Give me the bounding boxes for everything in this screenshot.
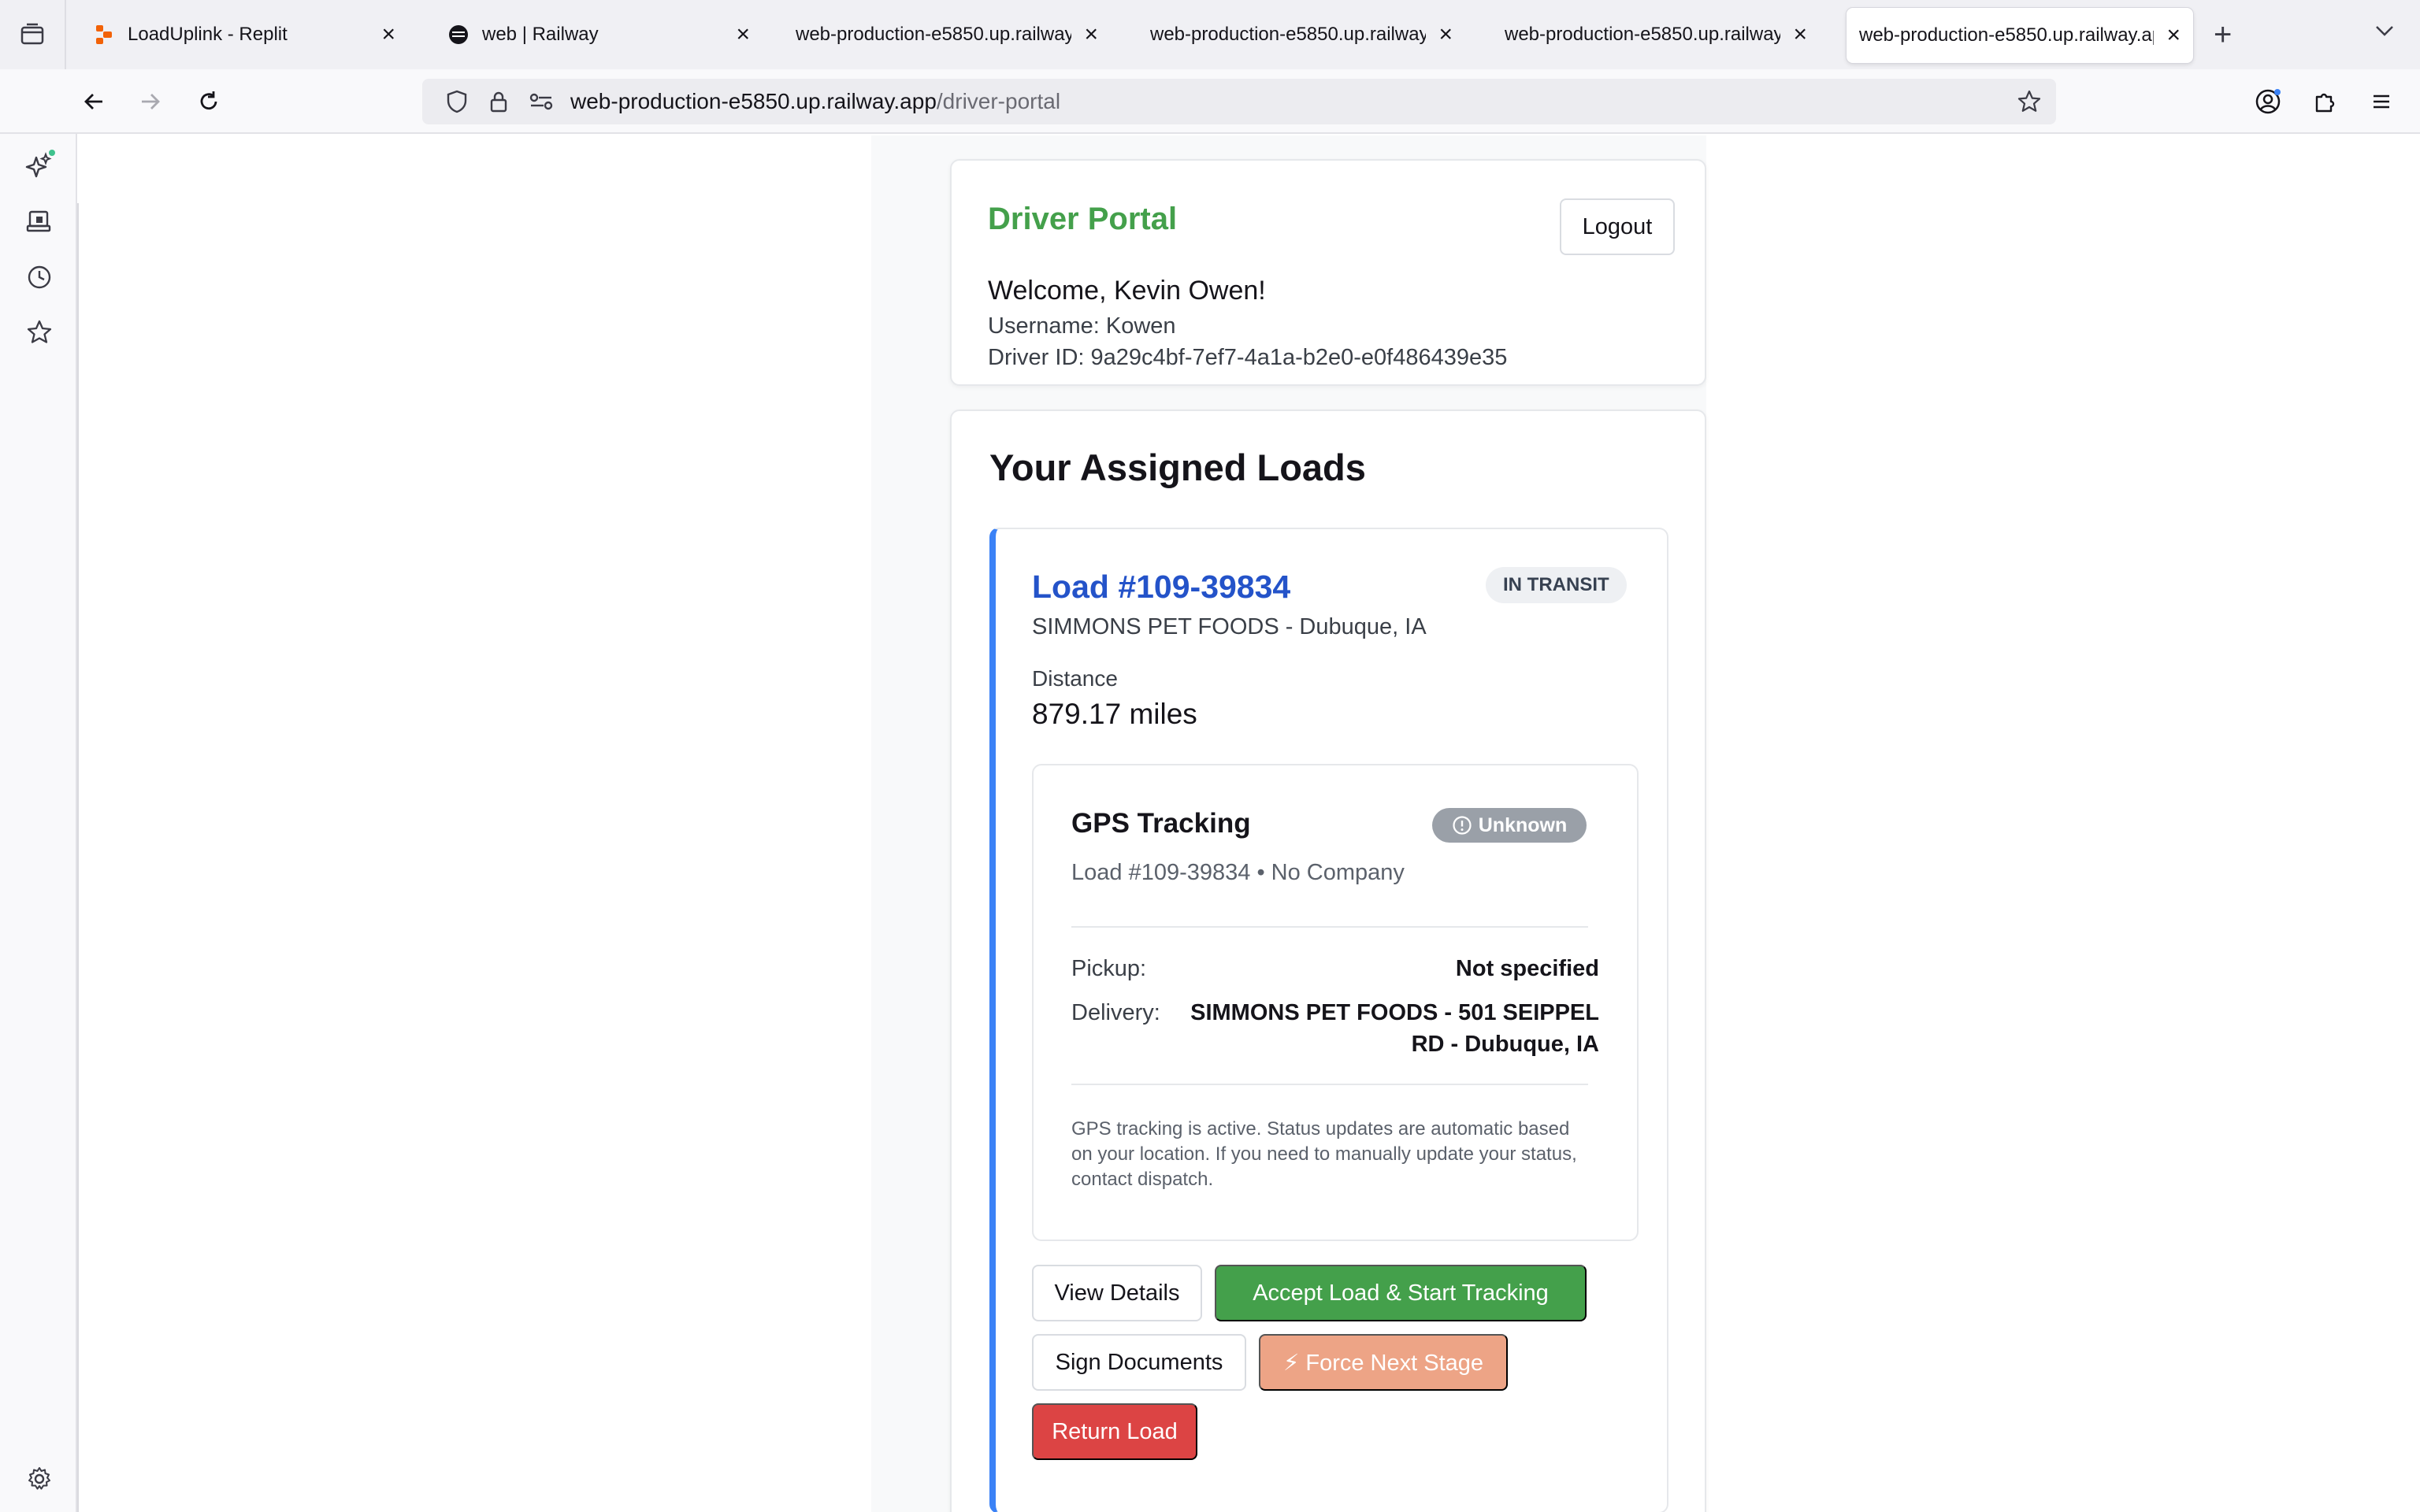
divider: [1071, 1084, 1588, 1085]
tab-close-icon[interactable]: ×: [736, 23, 750, 46]
tab-close-icon[interactable]: ×: [381, 23, 395, 46]
status-badge: IN TRANSIT: [1486, 567, 1627, 603]
account-icon: [2255, 89, 2281, 114]
tab-web-production-3[interactable]: web-production-e5850.up.railway.app ×: [1483, 0, 1829, 69]
load-number-link[interactable]: Load #109-39834: [1032, 569, 1290, 606]
load-card: Load #109-39834 IN TRANSIT SIMMONS PET F…: [989, 528, 1668, 1512]
gps-status-text: Unknown: [1478, 813, 1568, 836]
pickup-label: Pickup:: [1071, 956, 1147, 981]
logout-button[interactable]: Logout: [1560, 198, 1675, 255]
section-title: Your Assigned Loads: [989, 447, 1366, 488]
tab-list-menu-button[interactable]: [2373, 19, 2396, 46]
gps-note: GPS tracking is active. Status updates a…: [1071, 1118, 1577, 1190]
tab-overview-button[interactable]: [0, 0, 66, 69]
tab-close-icon[interactable]: ×: [1793, 23, 1807, 46]
page-viewport: Driver Portal Welcome, Kevin Owen! Usern…: [79, 135, 2420, 1512]
tab-title: web-production-e5850.up.railway.app: [1859, 24, 2155, 46]
tab-web-production-1[interactable]: web-production-e5850.up.railway.app ×: [774, 0, 1120, 69]
puzzle-piece-icon: [2315, 93, 2335, 113]
tab-close-icon[interactable]: ×: [2166, 24, 2181, 47]
gps-tracking-panel: GPS Tracking Unknown Load #109-39834 • N…: [1032, 764, 1639, 1241]
welcome-message: Welcome, Kevin Owen!: [988, 276, 1266, 306]
tab-railway[interactable]: web | Railway ×: [425, 0, 772, 69]
tracking-protection-shield-icon[interactable]: [444, 89, 470, 114]
site-permissions-icon[interactable]: [528, 89, 555, 114]
gear-icon: [28, 1467, 50, 1490]
tab-title: web-production-e5850.up.railway.app: [1505, 24, 1781, 45]
url-bar[interactable]: web-production-e5850.up.railway.app/driv…: [422, 79, 2056, 124]
tab-loaduplink[interactable]: LoadUplink - Replit ×: [71, 0, 418, 69]
delivery-value-line2: RD - Dubuque, IA: [1411, 1032, 1599, 1057]
history-button[interactable]: [24, 261, 55, 293]
url-text[interactable]: web-production-e5850.up.railway.app/driv…: [570, 89, 1060, 114]
gps-status-badge: Unknown: [1432, 808, 1587, 843]
ai-chatbot-button[interactable]: [24, 150, 55, 181]
back-arrow-icon: [84, 94, 102, 109]
gps-subtitle: Load #109-39834 • No Company: [1071, 860, 1405, 885]
url-path: /driver-portal: [936, 89, 1061, 113]
synced-tabs-button[interactable]: [24, 206, 55, 238]
app-menu-button[interactable]: [2359, 79, 2404, 124]
return-load-button[interactable]: Return Load: [1032, 1403, 1197, 1460]
tab-title: LoadUplink - Replit: [128, 24, 288, 45]
tab-overview-icon: [20, 23, 44, 45]
tab-close-icon[interactable]: ×: [1084, 23, 1098, 46]
view-details-button[interactable]: View Details: [1032, 1265, 1202, 1321]
forward-button[interactable]: [128, 79, 173, 124]
page-title: Driver Portal: [988, 202, 1178, 236]
tab-title: web-production-e5850.up.railway.app: [1150, 24, 1427, 45]
hamburger-menu-icon: [2374, 94, 2389, 109]
railway-icon: [449, 25, 468, 44]
divider: [1071, 926, 1588, 928]
force-next-stage-button[interactable]: ⚡ Force Next Stage: [1259, 1334, 1508, 1391]
reload-button[interactable]: [186, 79, 232, 124]
username-text: Username: Kowen: [988, 313, 1176, 339]
gps-title: GPS Tracking: [1071, 808, 1251, 839]
content-column: Driver Portal Welcome, Kevin Owen! Usern…: [871, 135, 1706, 1512]
tab-web-production-active[interactable]: web-production-e5850.up.railway.app ×: [1847, 8, 2193, 63]
clock-icon: [28, 265, 51, 289]
distance-value: 879.17 miles: [1032, 698, 1197, 730]
info-circle-icon: [1453, 816, 1472, 835]
tab-web-production-2[interactable]: web-production-e5850.up.railway.app ×: [1128, 0, 1475, 69]
account-button[interactable]: [2245, 79, 2291, 124]
sidebar-settings-button[interactable]: [24, 1463, 55, 1495]
star-icon: [27, 320, 52, 343]
pickup-value: Not specified: [1455, 956, 1599, 981]
driver-header-card: Driver Portal Welcome, Kevin Owen! Usern…: [950, 159, 1706, 386]
bookmark-star-icon[interactable]: [2017, 89, 2042, 114]
bookmarks-button[interactable]: [24, 317, 55, 348]
back-button[interactable]: [71, 79, 117, 124]
chevron-down-icon: [2376, 26, 2393, 36]
navigation-toolbar: web-production-e5850.up.railway.app/driv…: [0, 69, 2420, 1512]
tab-close-icon[interactable]: ×: [1438, 23, 1453, 46]
forward-arrow-icon: [142, 94, 160, 109]
shipper-location: SIMMONS PET FOODS - Dubuque, IA: [1032, 614, 1427, 639]
accept-load-button[interactable]: Accept Load & Start Tracking: [1215, 1265, 1587, 1321]
new-tab-icon[interactable]: +: [2214, 17, 2232, 53]
tab-strip: LoadUplink - Replit × web | Railway × we…: [0, 0, 2420, 69]
delivery-label: Delivery:: [1071, 1000, 1160, 1025]
driver-id-text: Driver ID: 9a29c4bf-7ef7-4a1a-b2e0-e0f48…: [988, 345, 1508, 370]
delivery-value-line1: SIMMONS PET FOODS - 501 SEIPPEL: [1190, 1000, 1599, 1025]
synced-devices-icon: [26, 210, 51, 232]
extensions-button[interactable]: [2302, 79, 2348, 124]
browser-sidebar: [0, 134, 77, 1512]
assigned-loads-card: Your Assigned Loads Load #109-39834 IN T…: [950, 410, 1706, 1512]
lock-icon[interactable]: [487, 89, 510, 114]
tab-title: web | Railway: [482, 24, 599, 45]
url-host: web-production-e5850.up.railway.app: [570, 89, 937, 113]
replit-icon: [96, 25, 112, 44]
delivery-value: SIMMONS PET FOODS - 501 SEIPPEL RD - Dub…: [1190, 997, 1599, 1060]
sign-documents-button[interactable]: Sign Documents: [1032, 1334, 1246, 1391]
sparkle-icon: [25, 150, 55, 178]
reload-icon: [200, 91, 217, 110]
distance-label: Distance: [1032, 666, 1118, 691]
tab-title: web-production-e5850.up.railway.app: [796, 24, 1072, 45]
